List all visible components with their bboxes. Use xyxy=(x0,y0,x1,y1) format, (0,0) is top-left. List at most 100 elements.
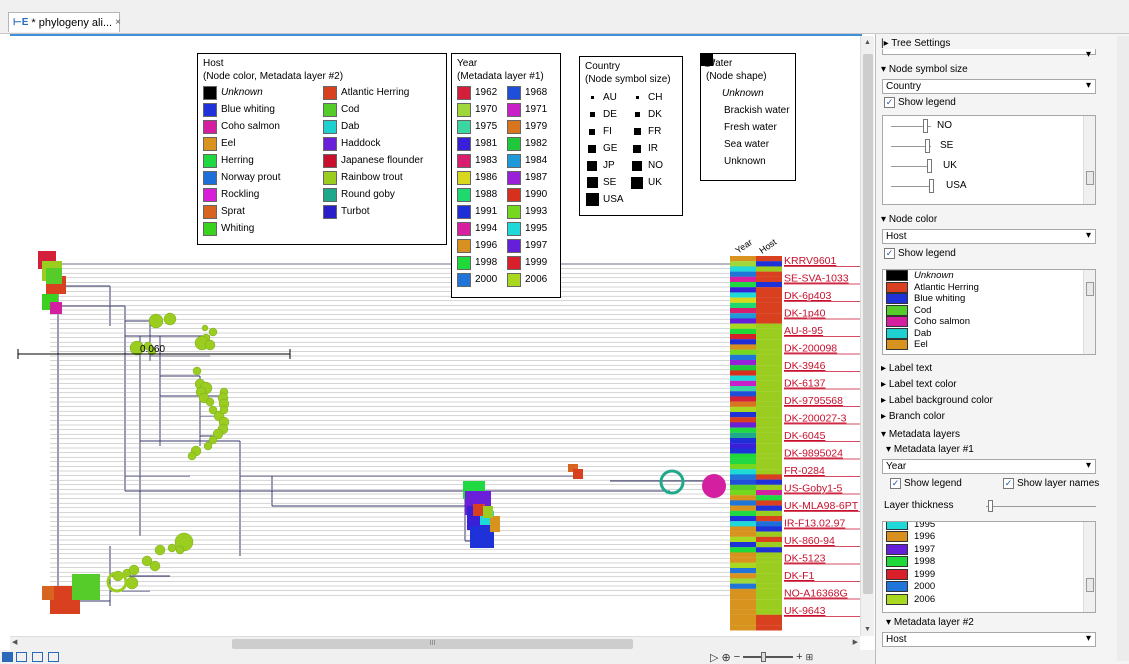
node-symbol-size-select[interactable]: Country xyxy=(882,79,1096,94)
host-layer-cell xyxy=(756,552,782,558)
show-layer-names-checkbox[interactable]: ✓ Show layer names xyxy=(1003,478,1099,489)
vertical-scrollbar[interactable]: ▲ ▼ xyxy=(860,36,874,636)
color-list-scroll-thumb[interactable] xyxy=(1086,282,1094,296)
host-legend[interactable]: Host (Node color, Metadata layer #2) Unk… xyxy=(197,53,447,245)
year-list-scroll-thumb[interactable] xyxy=(1086,578,1094,592)
layer-thickness-slider[interactable] xyxy=(986,500,1096,512)
collapsed-section[interactable]: ▸ Label text color xyxy=(881,379,957,390)
symbol-list-scroll-thumb[interactable] xyxy=(1086,171,1094,185)
layer-color-item[interactable]: 1998 xyxy=(883,556,1095,569)
size-slider-handle[interactable] xyxy=(925,139,930,153)
node-color-item[interactable]: Coho salmon xyxy=(883,316,1095,328)
layer-color-item[interactable]: 1995 xyxy=(883,522,1095,531)
metadata-layer-columns xyxy=(730,256,782,631)
zoom-in-mode-icon[interactable]: ⊕ xyxy=(721,651,730,664)
layer-show-legend-checkbox[interactable]: ✓ Show legend xyxy=(890,478,962,489)
node-color-item[interactable]: Unknown xyxy=(883,270,1095,282)
zoom-out-icon[interactable]: − xyxy=(734,651,740,663)
metadata-layer1-section[interactable]: ▾ Metadata layer #1 xyxy=(886,444,974,455)
scroll-left-icon[interactable]: ◀ xyxy=(12,638,17,646)
host-layer-cell xyxy=(756,386,782,392)
vertical-scroll-thumb[interactable] xyxy=(863,54,873,594)
cut-off-dropdown[interactable] xyxy=(882,48,1096,61)
sea-water-node xyxy=(50,302,62,314)
metadata-layer2-select[interactable]: Host xyxy=(882,632,1096,647)
host-color-swatch xyxy=(203,85,217,100)
zoom-in-icon[interactable]: + xyxy=(796,651,802,663)
year-layer-cell xyxy=(730,292,756,298)
year-color-list[interactable]: 1995 1996 1997 1998 1999 2000 2006 xyxy=(882,521,1096,613)
symbol-show-legend-checkbox[interactable]: ✓ Show legend xyxy=(884,97,956,108)
tree-canvas[interactable]: 0.060 Year Host KRRV9601 SE-SVA-1033 DK-6p… xyxy=(10,36,860,636)
fresh-water-node xyxy=(208,327,218,337)
collapsed-section[interactable]: ▸ Label text xyxy=(881,363,932,374)
table-view-icon[interactable] xyxy=(16,652,27,662)
layer-color-item[interactable]: 1999 xyxy=(883,568,1095,581)
size-slider-row[interactable]: NO xyxy=(889,116,1095,136)
metadata-layer2-section[interactable]: ▾ Metadata layer #2 xyxy=(886,617,974,628)
host-layer-cell xyxy=(756,568,782,574)
node-color-select[interactable]: Host xyxy=(882,229,1096,244)
layer-color-item[interactable]: 1997 xyxy=(883,543,1095,556)
layer-color-item[interactable]: 1996 xyxy=(883,531,1095,544)
country-legend[interactable]: Country (Node symbol size) AU CH DE DK FI FR G… xyxy=(579,56,683,216)
collapsed-section[interactable]: ▸ Branch color xyxy=(881,411,945,422)
horizontal-scrollbar[interactable]: ◀ III ▶ xyxy=(10,636,860,650)
year-list-scrollbar[interactable] xyxy=(1083,522,1095,612)
year-color-swatch xyxy=(507,255,521,270)
year-layer-cell xyxy=(730,308,756,314)
size-slider-track[interactable] xyxy=(891,186,931,187)
host-layer-cell xyxy=(756,495,782,501)
node-color-item[interactable]: Eel xyxy=(883,339,1095,351)
panel-header[interactable]: |▸ Tree Settings xyxy=(881,38,950,49)
collapsed-section[interactable]: ▸ Label background color xyxy=(881,395,993,406)
panel-scrollbar[interactable] xyxy=(1117,36,1129,661)
scroll-down-icon[interactable]: ▼ xyxy=(864,626,871,633)
water-legend[interactable]: Water (Node shape) Unknown Brackish water… xyxy=(700,53,796,181)
node-color-swatch xyxy=(886,316,908,328)
horizontal-scroll-thumb[interactable]: III xyxy=(232,639,633,649)
zoom-slider[interactable] xyxy=(743,652,794,662)
host-layer-cell xyxy=(756,479,782,485)
metadata-layer1-select[interactable]: Year xyxy=(882,459,1096,474)
year-layer-cell xyxy=(730,625,756,631)
select-mode-icon[interactable]: ▷ xyxy=(710,651,718,664)
layer-color-item[interactable]: 2006 xyxy=(883,593,1095,606)
node-symbol-size-section[interactable]: ▾ Node symbol size xyxy=(881,64,968,75)
close-tab-icon[interactable]: × xyxy=(115,17,121,28)
history-view-icon[interactable] xyxy=(48,652,59,662)
size-slider-row[interactable]: SE xyxy=(889,136,1095,156)
year-legend-item: 1971 xyxy=(507,101,557,118)
node-color-list[interactable]: Unknown Atlantic Herring Blue whiting Cod Co… xyxy=(882,269,1096,355)
color-list-scrollbar[interactable] xyxy=(1083,270,1095,354)
size-slider-handle[interactable] xyxy=(929,179,934,193)
country-legend-item: FI xyxy=(585,123,630,140)
color-show-legend-checkbox[interactable]: ✓ Show legend xyxy=(884,248,956,259)
node-color-item[interactable]: Blue whiting xyxy=(883,293,1095,305)
size-slider-handle[interactable] xyxy=(927,159,932,173)
scroll-right-icon[interactable]: ▶ xyxy=(853,638,858,646)
node-color-item[interactable]: Cod xyxy=(883,304,1095,317)
size-slider-track[interactable] xyxy=(891,166,931,167)
metadata-layers-section[interactable]: ▾ Metadata layers xyxy=(881,429,960,440)
size-slider-row[interactable]: UK xyxy=(889,156,1095,176)
collapse-panel-icon[interactable]: |▸ xyxy=(881,38,891,49)
info-view-icon[interactable] xyxy=(32,652,43,662)
node-color-item[interactable]: Atlantic Herring xyxy=(883,281,1095,294)
host-layer-cell xyxy=(756,380,782,387)
fit-width-icon[interactable]: ⊞ xyxy=(806,652,814,663)
node-color-section[interactable]: ▾ Node color xyxy=(881,214,937,225)
size-slider-row[interactable]: USA xyxy=(889,176,1095,196)
symbol-list-scrollbar[interactable] xyxy=(1083,116,1095,204)
tab-phylogeny[interactable]: ⊢E * phylogeny ali... × xyxy=(8,12,121,32)
year-legend-item: 1991 xyxy=(457,203,507,220)
scroll-up-icon[interactable]: ▲ xyxy=(864,39,871,46)
host-layer-cell xyxy=(756,583,782,589)
size-slider-handle[interactable] xyxy=(923,119,928,133)
node-color-item[interactable]: Dab xyxy=(883,327,1095,340)
layer-thickness-handle[interactable] xyxy=(988,500,993,512)
year-legend[interactable]: Year (Metadata layer #1) 1962 1968 1970 197… xyxy=(451,53,561,298)
layer-color-item[interactable]: 2000 xyxy=(883,581,1095,594)
tree-view-icon[interactable] xyxy=(2,652,13,662)
symbol-size-slider-list[interactable]: NO SE UK USA xyxy=(882,115,1096,205)
